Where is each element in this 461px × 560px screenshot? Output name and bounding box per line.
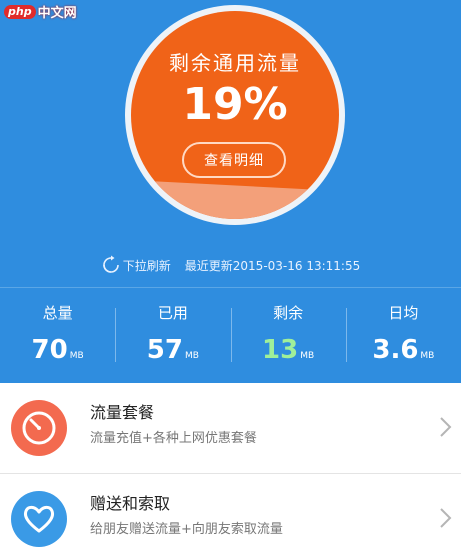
list-item-subtitle: 给朋友赠送流量+向朋友索取流量: [90, 522, 283, 537]
gauge-percent: 19%: [182, 79, 288, 130]
stat-label: 总量: [42, 304, 73, 322]
list-item-gift-request[interactable]: 赠送和索取 给朋友赠送流量+向朋友索取流量: [0, 474, 461, 560]
last-updated-text: 最近更新2015-03-16 13:11:55: [184, 258, 361, 273]
refresh-icon: [102, 255, 119, 273]
stat-value: 70: [31, 335, 68, 365]
stat-value: 13: [262, 335, 299, 365]
list-item-title: 流量套餐: [90, 403, 155, 422]
stat-value: 57: [146, 335, 183, 365]
stat-label: 已用: [157, 304, 188, 322]
gauge-title: 剩余通用流量: [169, 51, 301, 75]
menu-list: 流量套餐 流量充值+各种上网优惠套餐 赠送和索取 给朋友赠送流量+向朋友索取流量: [0, 383, 461, 560]
traffic-gauge: 剩余通用流量 19% 查看明细: [131, 11, 339, 219]
watermark-badge: php: [4, 4, 36, 19]
watermark-text: 中文网: [37, 6, 77, 21]
header-panel: php 中文网 剩余通用流量 19% 查看明细 下拉刷新 最近更新2015-03…: [0, 0, 461, 383]
list-item-subtitle: 流量充值+各种上网优惠套餐: [90, 431, 257, 446]
stat-label: 剩余: [273, 304, 304, 322]
view-details-button[interactable]: 查看明细: [182, 142, 286, 178]
list-item-data-plans[interactable]: 流量套餐 流量充值+各种上网优惠套餐: [0, 383, 461, 474]
timer-icon: [11, 400, 67, 456]
stat-unit: MB: [420, 351, 435, 361]
list-item-title: 赠送和索取: [90, 494, 171, 513]
usage-stats: 总量 70 MB 已用 57 MB 剩余 13 MB 日均 3.6 MB: [0, 288, 461, 383]
watermark-logo: php 中文网: [4, 2, 77, 21]
stat-used: 已用 57 MB: [115, 288, 230, 383]
stat-unit: MB: [69, 351, 84, 361]
stat-unit: MB: [184, 351, 199, 361]
chevron-right-icon: [440, 417, 452, 437]
stat-daily-average: 日均 3.6 MB: [345, 288, 461, 383]
refresh-row: 下拉刷新 最近更新2015-03-16 13:11:55: [0, 253, 461, 277]
pull-refresh-label: 下拉刷新: [122, 258, 171, 273]
stat-remaining: 剩余 13 MB: [230, 288, 346, 383]
gauge-fill-level: [131, 179, 339, 219]
stat-value: 3.6: [372, 335, 419, 365]
heart-icon: [11, 491, 67, 547]
stat-unit: MB: [300, 351, 315, 361]
chevron-right-icon: [440, 508, 452, 528]
stat-total: 总量 70 MB: [0, 288, 115, 383]
stat-label: 日均: [388, 304, 419, 322]
